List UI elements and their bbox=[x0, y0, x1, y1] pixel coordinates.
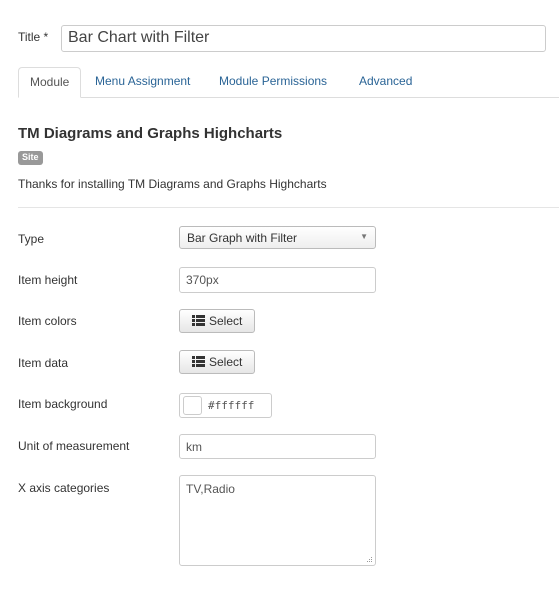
unit-input[interactable]: km bbox=[179, 434, 376, 459]
x-axis-categories-textarea[interactable]: TV,Radio bbox=[179, 475, 376, 566]
x-axis-categories-label: X axis categories bbox=[18, 481, 110, 495]
tab-module[interactable]: Module bbox=[18, 67, 82, 98]
caret-down-icon: ▼ bbox=[360, 232, 368, 241]
item-background-value: #ffffff bbox=[208, 399, 255, 412]
module-heading: TM Diagrams and Graphs Highcharts bbox=[18, 125, 283, 142]
type-label: Type bbox=[18, 232, 45, 246]
list-icon bbox=[192, 315, 205, 326]
item-data-label: Item data bbox=[18, 356, 69, 370]
item-data-select-button[interactable]: Select bbox=[179, 350, 255, 374]
title-label: Title * bbox=[18, 30, 49, 44]
item-colors-label: Item colors bbox=[18, 314, 77, 328]
type-select[interactable]: Bar Graph with Filter ▼ bbox=[179, 226, 376, 249]
item-height-input[interactable]: 370px bbox=[179, 267, 376, 293]
resize-grip-icon[interactable] bbox=[365, 555, 373, 563]
item-data-button-label: Select bbox=[209, 355, 243, 369]
module-description: Thanks for installing TM Diagrams and Gr… bbox=[18, 177, 327, 191]
tab-module-permissions[interactable]: Module Permissions bbox=[208, 67, 338, 98]
tab-menu-assignment[interactable]: Menu Assignment bbox=[84, 67, 201, 98]
type-select-value: Bar Graph with Filter bbox=[187, 231, 298, 245]
title-input[interactable]: Bar Chart with Filter bbox=[61, 25, 546, 52]
item-colors-select-button[interactable]: Select bbox=[179, 309, 255, 333]
tab-advanced[interactable]: Advanced bbox=[348, 67, 423, 98]
site-badge: Site bbox=[18, 151, 43, 165]
item-background-label: Item background bbox=[18, 397, 108, 411]
item-colors-button-label: Select bbox=[209, 314, 243, 328]
unit-label: Unit of measurement bbox=[18, 439, 130, 453]
x-axis-categories-value: TV,Radio bbox=[186, 482, 235, 496]
section-divider bbox=[18, 207, 559, 208]
color-swatch[interactable] bbox=[183, 396, 202, 415]
item-background-color-picker[interactable]: #ffffff bbox=[179, 393, 272, 418]
list-icon bbox=[192, 356, 205, 367]
item-height-label: Item height bbox=[18, 273, 78, 287]
